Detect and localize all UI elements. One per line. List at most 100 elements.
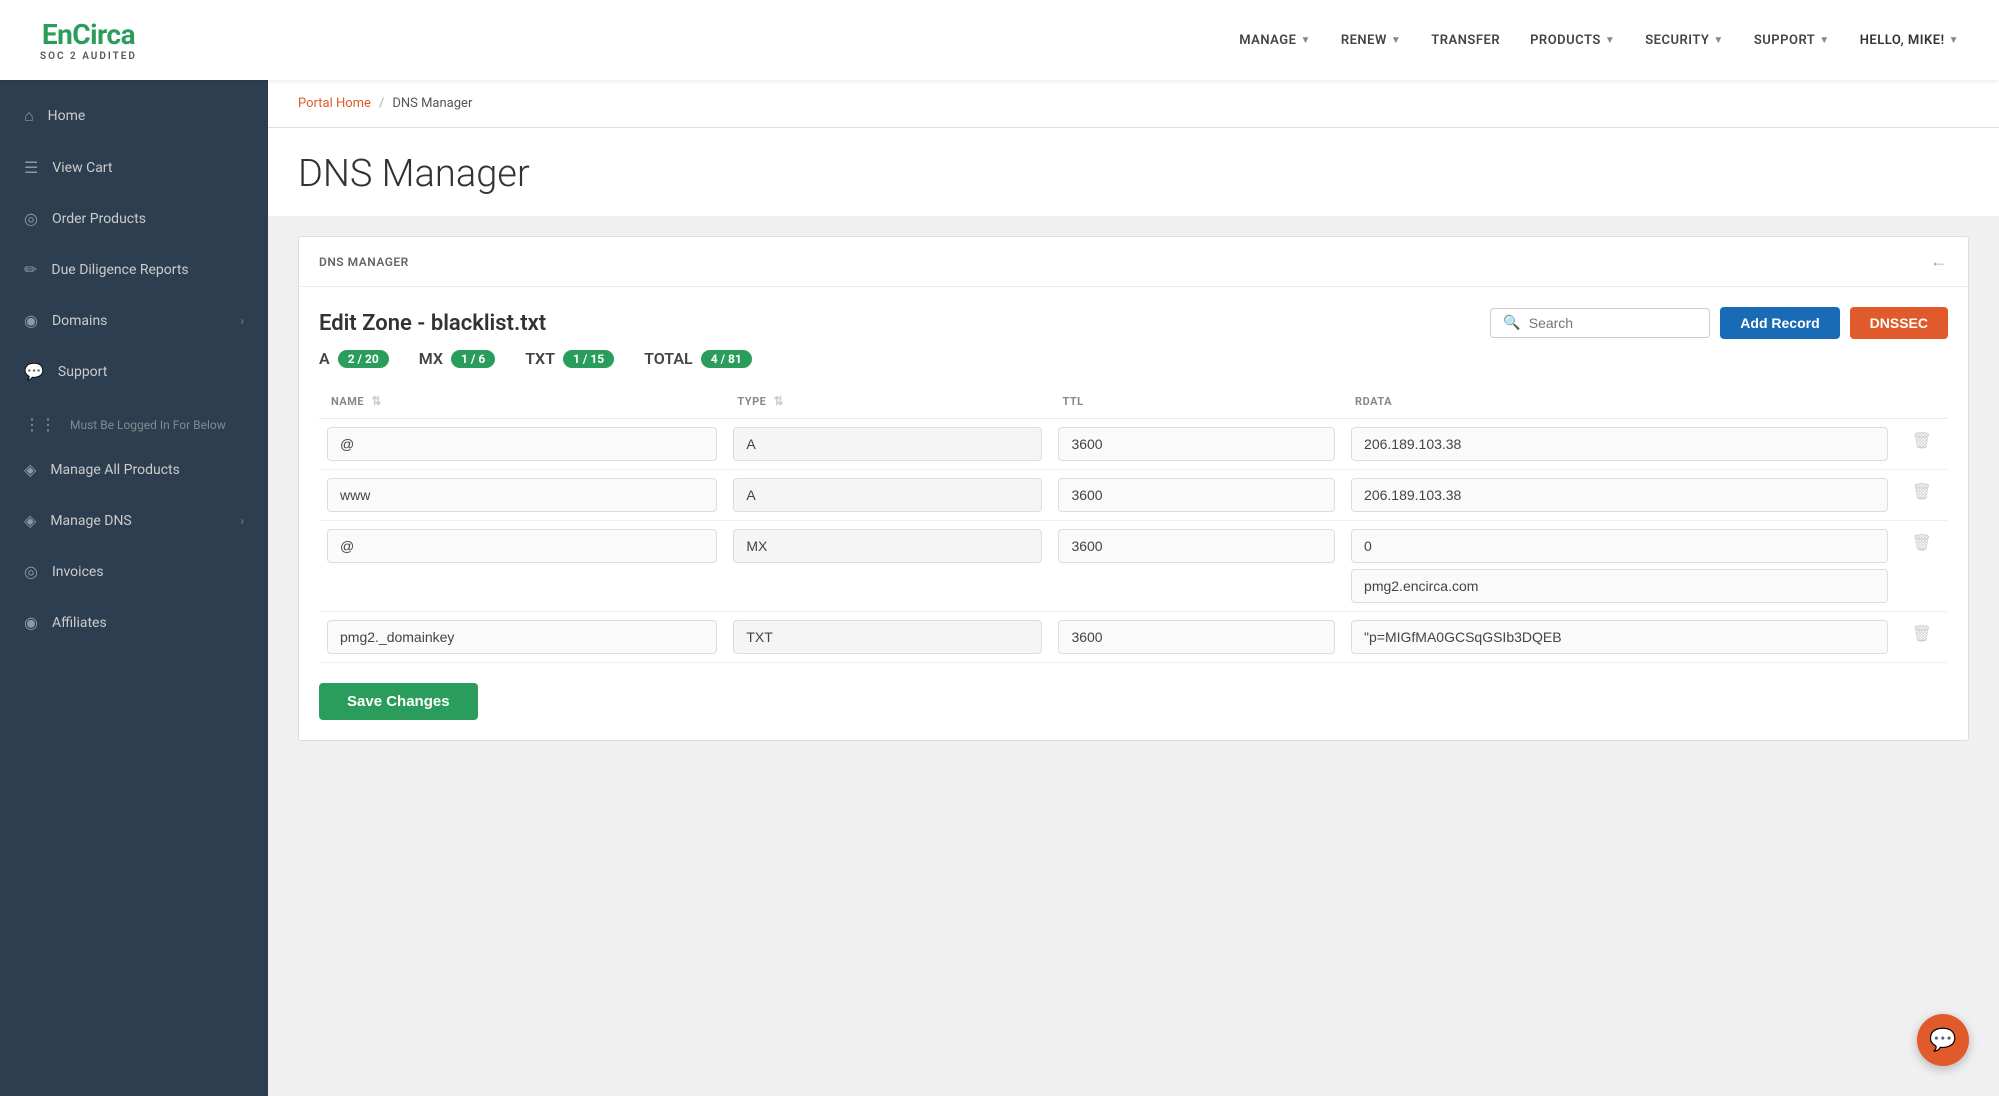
divider-icon: ⋮⋮ <box>24 415 56 434</box>
sidebar-label-home: Home <box>48 108 86 124</box>
record-ttl-input-0[interactable] <box>1058 427 1335 461</box>
sidebar-label-domains: Domains <box>52 313 107 329</box>
table-header-row: NAME ⇅ TYPE ⇅ TTL RDATA <box>319 384 1948 419</box>
nav-transfer[interactable]: TRANSFER <box>1431 33 1500 48</box>
delete-record-button-0[interactable]: 🗑 <box>1904 427 1940 455</box>
breadcrumb-home-link[interactable]: Portal Home <box>298 96 371 111</box>
invoices-icon: ◎ <box>24 562 38 581</box>
sidebar-label-manage-dns: Manage DNS <box>50 513 131 529</box>
record-rdata-input-2-0[interactable] <box>1351 529 1888 563</box>
table-row: 🗑 <box>319 419 1948 470</box>
zone-title: Edit Zone - blacklist.txt <box>319 311 546 336</box>
breadcrumb: Portal Home / DNS Manager <box>268 80 1999 128</box>
sidebar-item-home[interactable]: ⌂ Home <box>0 90 268 142</box>
save-changes-button[interactable]: Save Changes <box>319 683 478 720</box>
badge-txt: 1 / 15 <box>563 350 614 368</box>
sidebar-item-due-diligence[interactable]: ✏ Due Diligence Reports <box>0 244 268 295</box>
record-rdata-input-0-0[interactable] <box>1351 427 1888 461</box>
record-name-input-0[interactable] <box>327 427 717 461</box>
top-navigation: EnCirca SOC 2 AUDITED MANAGE ▼ RENEW ▼ T… <box>0 0 1999 80</box>
manage-arrow-icon: ▼ <box>1300 35 1310 46</box>
delete-record-button-2[interactable]: 🗑 <box>1904 529 1940 557</box>
search-input[interactable] <box>1529 315 1698 331</box>
nav-support[interactable]: SUPPORT ▼ <box>1754 33 1830 48</box>
sidebar-label-affiliates: Affiliates <box>52 615 107 631</box>
sidebar-item-manage-dns[interactable]: ◈ Manage DNS › <box>0 495 268 546</box>
user-arrow-icon: ▼ <box>1949 35 1959 46</box>
col-header-action <box>1896 384 1948 419</box>
record-name-input-2[interactable] <box>327 529 717 563</box>
sidebar-item-view-cart[interactable]: ☰ View Cart <box>0 142 268 193</box>
sidebar-item-order-products[interactable]: ◎ Order Products <box>0 193 268 244</box>
record-ttl-input-3[interactable] <box>1058 620 1335 654</box>
record-name-input-3[interactable] <box>327 620 717 654</box>
sidebar-item-support[interactable]: 💬 Support <box>0 346 268 397</box>
record-type-txt: TXT 1 / 15 <box>525 349 614 368</box>
record-type-input-3[interactable] <box>733 620 1042 654</box>
panel-back-button[interactable]: ← <box>1930 251 1948 272</box>
sort-type-icon: ⇅ <box>774 394 785 408</box>
record-type-input-1[interactable] <box>733 478 1042 512</box>
panel-title: DNS MANAGER <box>319 255 409 269</box>
affiliates-icon: ◉ <box>24 613 38 632</box>
col-header-type: TYPE ⇅ <box>725 384 1050 419</box>
table-row: 🗑 <box>319 521 1948 612</box>
chat-fab-button[interactable]: 💬 <box>1917 1014 1969 1066</box>
add-record-button[interactable]: Add Record <box>1720 307 1839 339</box>
sidebar-label-due-diligence: Due Diligence Reports <box>51 262 188 278</box>
support-arrow-icon: ▼ <box>1819 35 1829 46</box>
record-type-a: A 2 / 20 <box>319 349 389 368</box>
delete-record-button-3[interactable]: 🗑 <box>1904 620 1940 648</box>
table-row: 🗑 <box>319 470 1948 521</box>
record-rdata-input-2-1[interactable] <box>1351 569 1888 603</box>
record-name-input-1[interactable] <box>327 478 717 512</box>
search-box[interactable]: 🔍 <box>1490 308 1710 338</box>
nav-security[interactable]: SECURITY ▼ <box>1645 33 1724 48</box>
domains-chevron-icon: › <box>240 314 244 328</box>
sidebar: ⌂ Home ☰ View Cart ◎ Order Products ✏ Du… <box>0 80 268 1096</box>
page-header: DNS Manager <box>268 128 1999 216</box>
app-body: ⌂ Home ☰ View Cart ◎ Order Products ✏ Du… <box>0 80 1999 1096</box>
sidebar-item-manage-all-products[interactable]: ◈ Manage All Products <box>0 444 268 495</box>
home-icon: ⌂ <box>24 106 34 126</box>
record-rdata-input-1-0[interactable] <box>1351 478 1888 512</box>
sidebar-label-order-products: Order Products <box>52 211 146 227</box>
record-rdata-input-3-0[interactable] <box>1351 620 1888 654</box>
order-icon: ◎ <box>24 209 38 228</box>
chat-icon: 💬 <box>1929 1028 1956 1053</box>
due-diligence-icon: ✏ <box>24 260 37 279</box>
badge-mx: 1 / 6 <box>451 350 495 368</box>
dns-records-table-wrapper: NAME ⇅ TYPE ⇅ TTL RDATA <box>299 384 1968 683</box>
col-header-ttl: TTL <box>1050 384 1343 419</box>
manage-dns-icon: ◈ <box>24 511 36 530</box>
col-header-name: NAME ⇅ <box>319 384 725 419</box>
record-type-input-2[interactable] <box>733 529 1042 563</box>
sort-name-icon: ⇅ <box>371 394 382 408</box>
sidebar-item-affiliates[interactable]: ◉ Affiliates <box>0 597 268 648</box>
sidebar-item-domains[interactable]: ◉ Domains › <box>0 295 268 346</box>
domains-icon: ◉ <box>24 311 38 330</box>
nav-products[interactable]: PRODUCTS ▼ <box>1530 33 1615 48</box>
manage-products-icon: ◈ <box>24 460 36 479</box>
zone-header: Edit Zone - blacklist.txt 🔍 Add Record D… <box>299 287 1968 349</box>
delete-record-button-1[interactable]: 🗑 <box>1904 478 1940 506</box>
record-ttl-input-2[interactable] <box>1058 529 1335 563</box>
table-row: 🗑 <box>319 612 1948 663</box>
nav-user[interactable]: HELLO, MIKE! ▼ <box>1860 33 1959 48</box>
nav-manage[interactable]: MANAGE ▼ <box>1239 33 1311 48</box>
badge-total: 4 / 81 <box>701 350 752 368</box>
logo-sub: SOC 2 AUDITED <box>40 51 137 62</box>
sidebar-label-view-cart: View Cart <box>52 160 112 176</box>
logo[interactable]: EnCirca SOC 2 AUDITED <box>40 18 137 62</box>
record-ttl-input-1[interactable] <box>1058 478 1335 512</box>
badge-a: 2 / 20 <box>338 350 389 368</box>
record-type-input-0[interactable] <box>733 427 1042 461</box>
sidebar-logged-in-divider: ⋮⋮ Must Be Logged In For Below <box>0 397 268 444</box>
panel-header: DNS MANAGER ← <box>299 237 1968 287</box>
manage-dns-chevron-icon: › <box>240 514 244 528</box>
sidebar-label-manage-all-products: Manage All Products <box>50 462 180 478</box>
sidebar-item-invoices[interactable]: ◎ Invoices <box>0 546 268 597</box>
dnssec-button[interactable]: DNSSEC <box>1850 307 1948 339</box>
nav-renew[interactable]: RENEW ▼ <box>1341 33 1401 48</box>
sidebar-label-support: Support <box>58 364 107 380</box>
